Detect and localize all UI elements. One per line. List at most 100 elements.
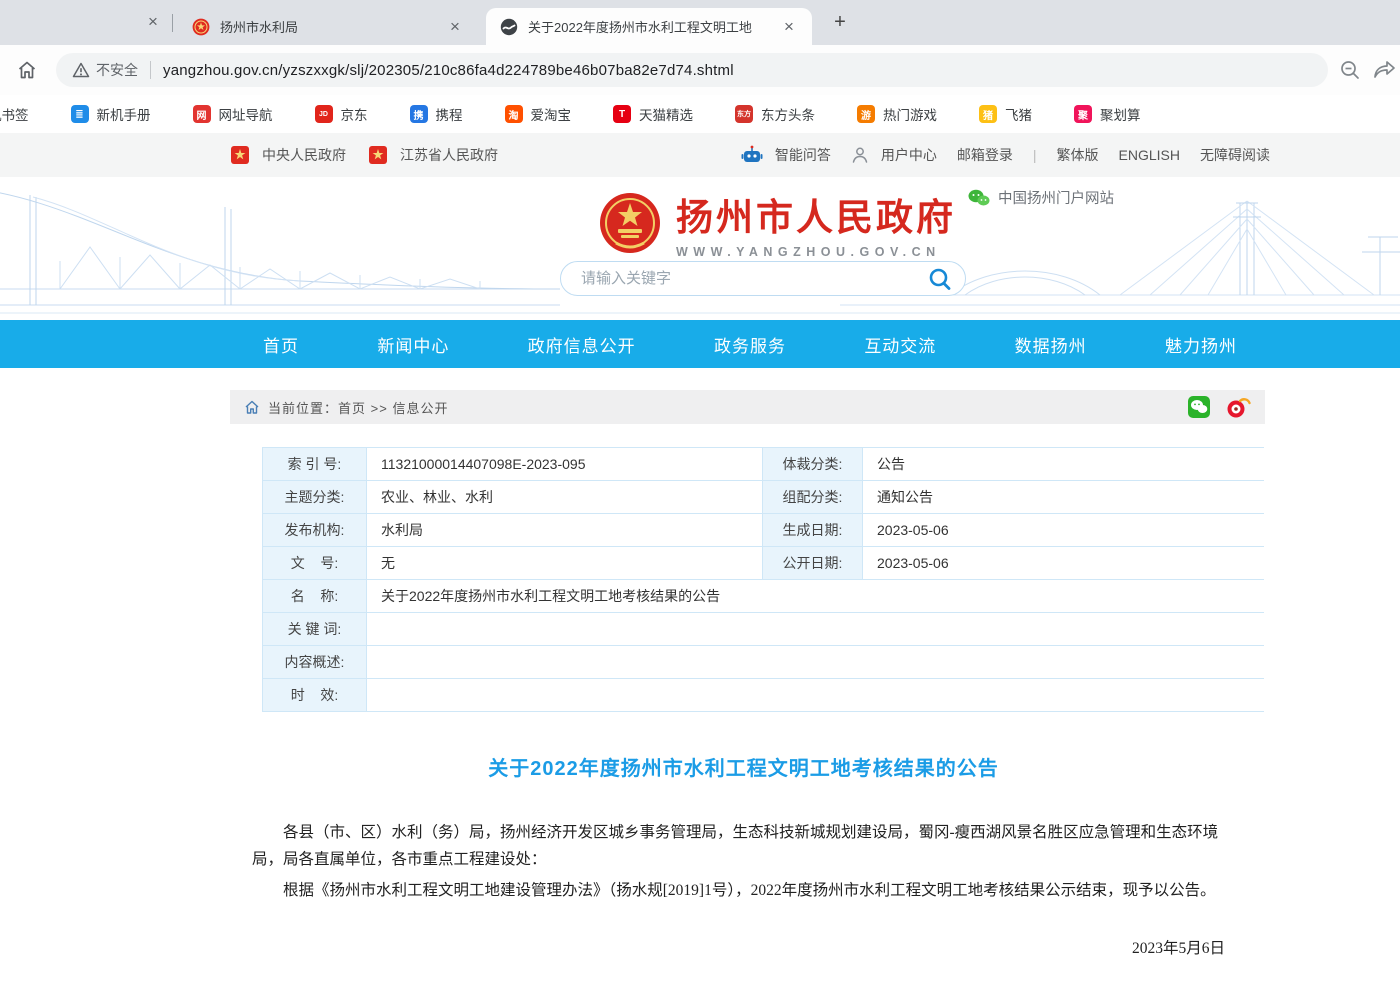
- table-label-cell: 生成日期:: [763, 514, 863, 546]
- home-icon[interactable]: [12, 55, 42, 85]
- bookmark-label: 新机手册: [97, 104, 151, 124]
- bookmark-item[interactable]: 机书签: [0, 101, 35, 127]
- tab-separator: [172, 14, 173, 32]
- bookmark-item[interactable]: JD京东: [309, 101, 374, 127]
- tab-partial[interactable]: ×: [140, 9, 166, 35]
- nav-item[interactable]: 新闻中心: [369, 332, 457, 357]
- article-date: 2023年5月6日: [252, 936, 1235, 958]
- nav-item[interactable]: 政府信息公开: [520, 332, 644, 357]
- new-tab-button[interactable]: +: [826, 9, 854, 37]
- table-label-cell: 时 效:: [263, 679, 367, 711]
- nav-item[interactable]: 互动交流: [856, 332, 944, 357]
- table-row: 名 称:关于2022年度扬州市水利工程文明工地考核结果的公告: [263, 580, 1263, 613]
- gov-tool-label: 繁体版: [1057, 145, 1099, 165]
- bookmark-favicon-icon: 游: [857, 105, 875, 123]
- weibo-share-icon[interactable]: [1225, 395, 1251, 419]
- bookmark-favicon-icon: 聚: [1074, 105, 1092, 123]
- wechat-share-icon[interactable]: [1187, 395, 1211, 419]
- zoom-out-icon[interactable]: [1338, 58, 1362, 82]
- portal-label: 中国扬州门户网站: [968, 187, 1114, 208]
- not-secure-warning-icon[interactable]: [72, 61, 90, 79]
- bookmark-label: 热门游戏: [883, 104, 937, 124]
- bookmark-favicon-icon: JD: [315, 105, 333, 123]
- nav-item[interactable]: 首页: [255, 332, 307, 357]
- gov-tool-link[interactable]: 繁体版: [1057, 145, 1099, 165]
- breadcrumb-home-link[interactable]: 首页: [338, 401, 366, 416]
- gov-emblem-icon: [368, 145, 394, 165]
- share-icon[interactable]: [1372, 58, 1398, 82]
- gov-portal-link[interactable]: 江苏省人民政府: [368, 145, 498, 165]
- table-value-cell: 11321000014407098E-2023-095: [367, 448, 763, 480]
- browser-tab-bar: × 扬州市水利局 × 关于2022年度扬州市水利工程文明工地 × +: [0, 0, 1400, 45]
- gov-tool-link[interactable]: 无障碍阅读: [1200, 145, 1270, 165]
- gov-emblem-favicon: [192, 18, 210, 36]
- tab-active-announcement[interactable]: 关于2022年度扬州市水利工程文明工地 ×: [486, 8, 812, 45]
- bookmark-item[interactable]: 淘爱淘宝: [499, 101, 578, 127]
- browser-toolbar: 不安全 yangzhou.gov.cn/yzszxxgk/slj/202305/…: [0, 45, 1400, 95]
- nav-item[interactable]: 政务服务: [706, 332, 794, 357]
- table-value-cell: 关于2022年度扬州市水利工程文明工地考核结果的公告: [367, 580, 1265, 612]
- table-row: 关 键 词:: [263, 613, 1263, 646]
- bookmark-item[interactable]: 携携程: [404, 101, 469, 127]
- bookmark-label: 聚划算: [1100, 104, 1141, 124]
- document-meta-table: 索 引 号:11321000014407098E-2023-095体裁分类:公告…: [262, 447, 1264, 712]
- tab-close-icon[interactable]: ×: [442, 14, 468, 40]
- nav-item[interactable]: 魅力扬州: [1157, 332, 1245, 357]
- bookmark-favicon-icon: T: [613, 105, 631, 123]
- bookmark-item[interactable]: ≣新机手册: [65, 101, 157, 127]
- gov-link-label: 江苏省人民政府: [400, 145, 498, 165]
- tab-close-icon[interactable]: ×: [140, 9, 166, 35]
- table-label-cell: 名 称:: [263, 580, 367, 612]
- bookmark-favicon-icon: 携: [410, 105, 428, 123]
- main-nav: 首页 新闻中心 政府信息公开 政务服务 互动交流 数据扬州 魅力扬州: [0, 320, 1400, 368]
- search-button[interactable]: [923, 264, 957, 294]
- article: 关于2022年度扬州市水利工程文明工地考核结果的公告 各县（市、区）水利（务）局…: [230, 752, 1265, 997]
- site-banner: 扬州市人民政府 WWW.YANGZHOU.GOV.CN 中国扬州门户网站: [0, 177, 1400, 320]
- gov-tool-label: ENGLISH: [1119, 147, 1180, 163]
- bookmark-item[interactable]: 猪飞猪: [973, 101, 1038, 127]
- table-value-cell: 通知公告: [863, 481, 1265, 513]
- table-label-cell: 关 键 词:: [263, 613, 367, 645]
- dark-globe-favicon: [500, 18, 518, 36]
- gov-tool-robot[interactable]: 智能问答: [741, 145, 831, 165]
- tab-title: 扬州市水利局: [220, 17, 442, 36]
- gov-tool-link[interactable]: 邮箱登录: [957, 145, 1013, 165]
- gov-links: 中央人民政府 江苏省人民政府: [230, 145, 520, 165]
- bookmark-item[interactable]: 游热门游戏: [851, 101, 943, 127]
- breadcrumb-section-link[interactable]: 信息公开: [392, 401, 448, 416]
- table-row: 索 引 号:11321000014407098E-2023-095体裁分类:公告: [263, 448, 1263, 481]
- site-logo[interactable]: 扬州市人民政府 WWW.YANGZHOU.GOV.CN: [598, 187, 956, 259]
- tab-shuiliju[interactable]: 扬州市水利局 ×: [178, 8, 478, 45]
- portal-label-text: 中国扬州门户网站: [998, 187, 1114, 208]
- bookmark-label: 飞猪: [1005, 104, 1032, 124]
- bookmark-label: 天猫精选: [639, 104, 693, 124]
- security-label[interactable]: 不安全: [96, 60, 138, 80]
- bookmark-favicon-icon: 淘: [505, 105, 523, 123]
- tab-close-icon[interactable]: ×: [776, 14, 802, 40]
- bookmark-favicon-icon: 猪: [979, 105, 997, 123]
- main-nav-items: 首页 新闻中心 政府信息公开 政务服务 互动交流 数据扬州 魅力扬州: [255, 320, 1245, 368]
- gov-link-label: 中央人民政府: [262, 145, 346, 165]
- breadcrumb: 当前位置：首页 >> 信息公开: [230, 390, 1265, 424]
- gov-tool-link[interactable]: ENGLISH: [1119, 147, 1180, 163]
- bookmark-item[interactable]: 聚聚划算: [1068, 101, 1147, 127]
- table-value-cell: [367, 646, 1265, 678]
- site-url: WWW.YANGZHOU.GOV.CN: [676, 245, 956, 259]
- gov-tool-person[interactable]: 用户中心: [851, 145, 937, 165]
- table-value-cell: 水利局: [367, 514, 763, 546]
- url-text[interactable]: yangzhou.gov.cn/yzszxxgk/slj/202305/210c…: [163, 62, 734, 79]
- bookmark-item[interactable]: 东方东方头条: [729, 101, 821, 127]
- gov-portal-link[interactable]: 中央人民政府: [230, 145, 346, 165]
- table-row: 内容概述:: [263, 646, 1263, 679]
- table-label-cell: 文 号:: [263, 547, 367, 579]
- nav-item[interactable]: 数据扬州: [1007, 332, 1095, 357]
- site-title: 扬州市人民政府: [676, 187, 956, 241]
- bookmark-item[interactable]: T 天猫精选: [607, 101, 699, 127]
- gov-tools: 智能问答用户中心邮箱登录|繁体版ENGLISH无障碍阅读: [721, 145, 1270, 165]
- address-bar[interactable]: 不安全 yangzhou.gov.cn/yzszxxgk/slj/202305/…: [56, 53, 1328, 87]
- bookmark-label: 东方头条: [761, 104, 815, 124]
- table-row: 文 号:无公开日期:2023-05-06: [263, 547, 1263, 580]
- search-input[interactable]: [581, 270, 923, 287]
- bookmark-item[interactable]: 网网址导航: [187, 101, 279, 127]
- bookmark-label: 网址导航: [219, 104, 273, 124]
